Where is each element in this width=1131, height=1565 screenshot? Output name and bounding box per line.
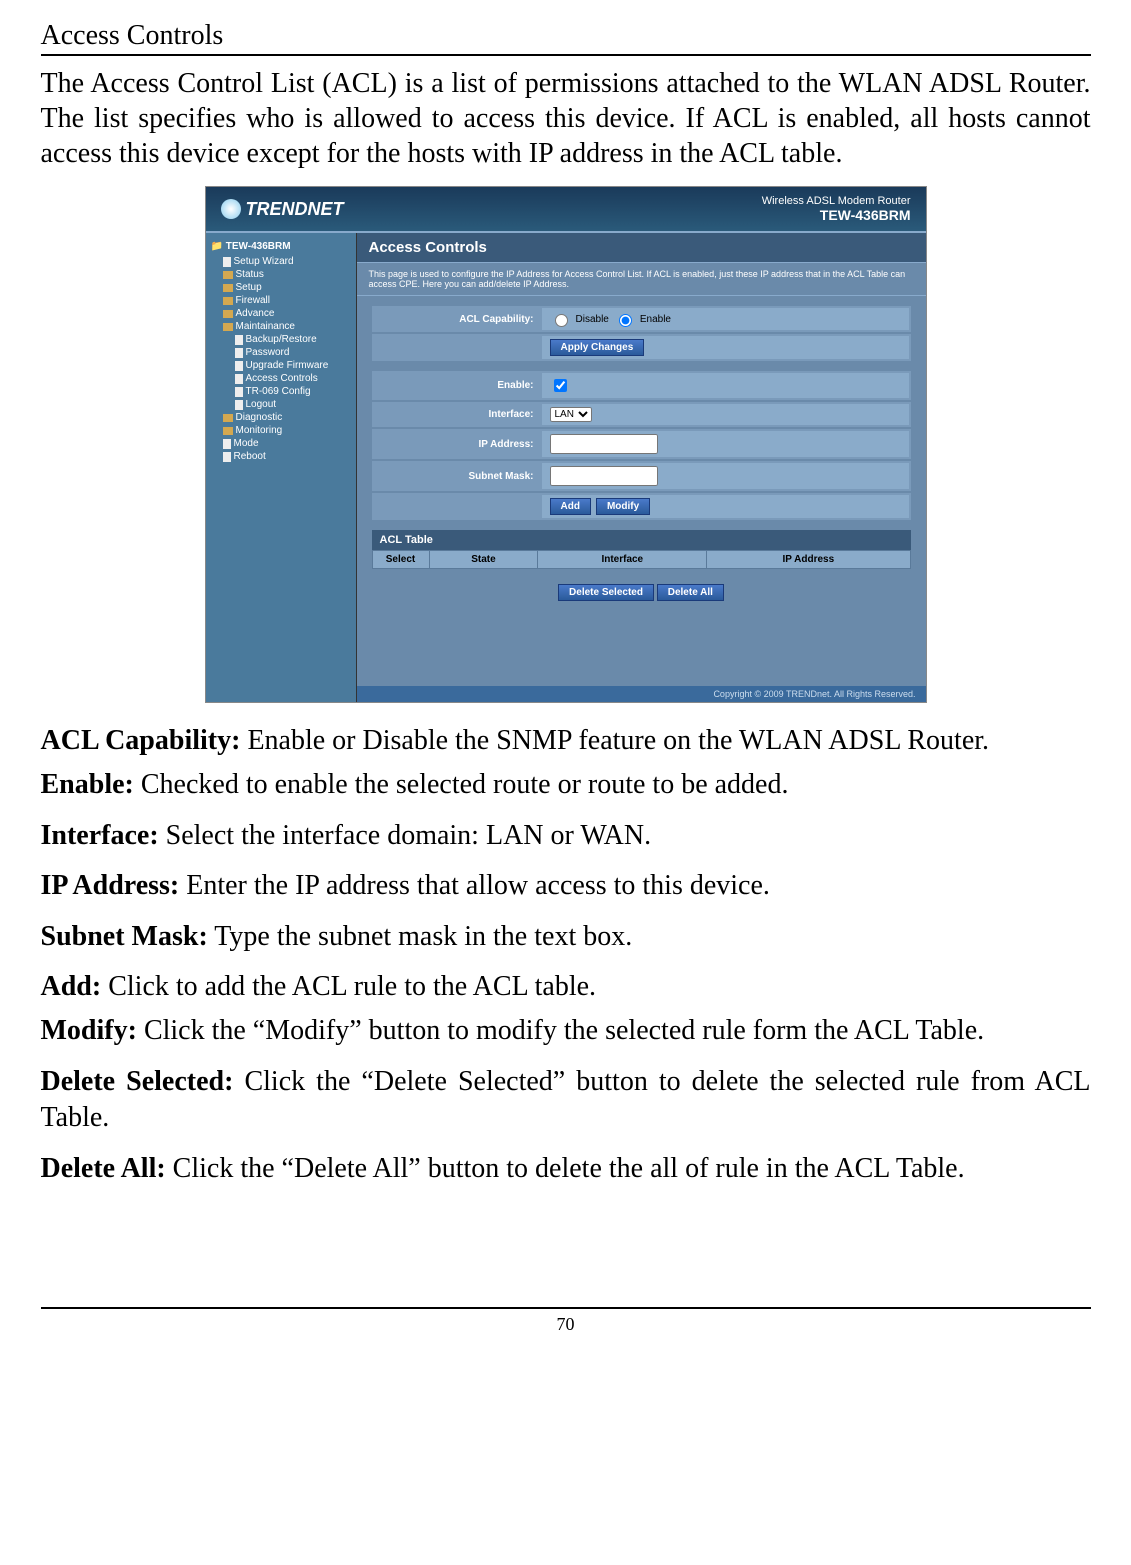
definition-list: ACL Capability: Enable or Disable the SN… — [41, 723, 1091, 1187]
sidebar-item-setup[interactable]: Setup — [211, 281, 351, 294]
sidebar-item-advance[interactable]: Advance — [211, 307, 351, 320]
folder-icon — [223, 323, 233, 331]
model-name: TEW-436BRM — [762, 207, 911, 223]
sidebar-item-maintainance[interactable]: Maintainance — [211, 320, 351, 333]
subnet-mask-input[interactable] — [550, 466, 658, 486]
enable-label: Enable — [640, 314, 671, 325]
sidebar-item-monitoring[interactable]: Monitoring — [211, 424, 351, 437]
th-state: State — [429, 551, 538, 569]
folder-icon — [223, 414, 233, 422]
file-icon — [223, 452, 231, 462]
sidebar-item-password[interactable]: Password — [211, 346, 351, 359]
intro-paragraph: The Access Control List (ACL) is a list … — [41, 66, 1091, 171]
copyright-footer: Copyright © 2009 TRENDnet. All Rights Re… — [357, 686, 926, 702]
file-icon — [235, 348, 243, 358]
sidebar-root[interactable]: 📁 TEW-436BRM — [211, 241, 351, 252]
def-interface: Interface: Select the interface domain: … — [41, 818, 1091, 854]
sidebar-item-backup-restore[interactable]: Backup/Restore — [211, 333, 351, 346]
interface-label: Interface: — [374, 409, 542, 420]
def-enable: Enable: Checked to enable the selected r… — [41, 767, 1091, 803]
enable-field-label: Enable: — [374, 380, 542, 391]
logo-icon — [221, 199, 241, 219]
folder-icon — [223, 310, 233, 318]
sidebar-item-reboot[interactable]: Reboot — [211, 450, 351, 463]
delete-selected-button[interactable]: Delete Selected — [558, 584, 654, 601]
add-button[interactable]: Add — [550, 498, 591, 515]
sidebar-item-setup-wizard[interactable]: Setup Wizard — [211, 255, 351, 268]
def-subnet-mask: Subnet Mask: Type the subnet mask in the… — [41, 919, 1091, 955]
file-icon — [223, 439, 231, 449]
def-ip-address: IP Address: Enter the IP address that al… — [41, 868, 1091, 904]
delete-all-button[interactable]: Delete All — [657, 584, 724, 601]
panel-description: This page is used to configure the IP Ad… — [357, 263, 926, 296]
file-icon — [235, 400, 243, 410]
file-icon — [235, 361, 243, 371]
folder-icon — [223, 427, 233, 435]
sidebar-item-mode[interactable]: Mode — [211, 437, 351, 450]
sidebar-item-tr069-config[interactable]: TR-069 Config — [211, 385, 351, 398]
disable-label: Disable — [576, 314, 609, 325]
file-icon — [223, 257, 231, 267]
th-interface: Interface — [538, 551, 707, 569]
sidebar-item-logout[interactable]: Logout — [211, 398, 351, 411]
folder-icon — [223, 297, 233, 305]
acl-disable-radio[interactable] — [555, 314, 568, 327]
file-icon — [235, 335, 243, 345]
product-line: Wireless ADSL Modem Router — [762, 195, 911, 207]
interface-select[interactable]: LAN — [550, 407, 592, 422]
sidebar-item-diagnostic[interactable]: Diagnostic — [211, 411, 351, 424]
def-acl-capability: ACL Capability: Enable or Disable the SN… — [41, 723, 1091, 759]
panel-title: Access Controls — [357, 233, 926, 263]
ip-address-input[interactable] — [550, 434, 658, 454]
file-icon — [235, 387, 243, 397]
apply-changes-button[interactable]: Apply Changes — [550, 339, 645, 356]
sidebar-item-status[interactable]: Status — [211, 268, 351, 281]
def-modify: Modify: Click the “Modify” button to mod… — [41, 1013, 1091, 1049]
file-icon — [235, 374, 243, 384]
enable-checkbox[interactable] — [554, 379, 567, 392]
def-delete-selected: Delete Selected: Click the “Delete Selec… — [41, 1064, 1091, 1137]
folder-icon — [223, 284, 233, 292]
acl-table-title: ACL Table — [372, 530, 911, 550]
th-ip-address: IP Address — [707, 551, 910, 569]
acl-enable-radio[interactable] — [619, 314, 632, 327]
page-number: 70 — [41, 1307, 1091, 1335]
sidebar-item-access-controls[interactable]: Access Controls — [211, 372, 351, 385]
def-add: Add: Click to add the ACL rule to the AC… — [41, 969, 1091, 1005]
router-screenshot: TRENDNET Wireless ADSL Modem Router TEW-… — [41, 186, 1091, 703]
sidebar-item-upgrade-firmware[interactable]: Upgrade Firmware — [211, 359, 351, 372]
modify-button[interactable]: Modify — [596, 498, 650, 515]
th-select: Select — [372, 551, 429, 569]
acl-table: Select State Interface IP Address — [372, 550, 911, 569]
ip-address-label: IP Address: — [374, 439, 542, 450]
def-delete-all: Delete All: Click the “Delete All” butto… — [41, 1151, 1091, 1187]
page-title: Access Controls — [41, 20, 1091, 56]
acl-capability-label: ACL Capability: — [374, 314, 542, 325]
folder-icon — [223, 271, 233, 279]
subnet-mask-label: Subnet Mask: — [374, 471, 542, 482]
sidebar: 📁 TEW-436BRM Setup Wizard Status Setup F… — [206, 233, 357, 702]
sidebar-item-firewall[interactable]: Firewall — [211, 294, 351, 307]
brand-name: TRENDNET — [246, 199, 344, 220]
router-header: TRENDNET Wireless ADSL Modem Router TEW-… — [206, 187, 926, 233]
